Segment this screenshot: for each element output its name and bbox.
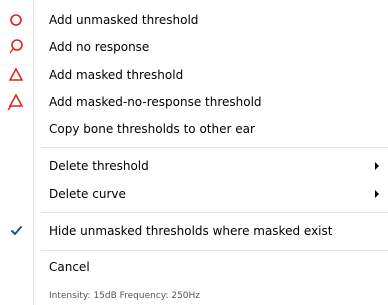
menu-item-delete-curve[interactable]: Delete curve: [0, 183, 388, 205]
menu-item-label: Add unmasked threshold: [49, 13, 199, 27]
red-triangle-icon: [0, 64, 33, 86]
menu-item-add-no-response[interactable]: Add no response: [0, 36, 388, 58]
menu-item-label: Add no response: [49, 40, 150, 54]
menu-separator: [41, 212, 388, 213]
menu-item-hide-unmasked-thresholds[interactable]: Hide unmasked thresholds where masked ex…: [0, 220, 388, 242]
menu-item-label: Hide unmasked thresholds where masked ex…: [49, 224, 333, 238]
menu-item-add-unmasked-threshold[interactable]: Add unmasked threshold: [0, 9, 388, 31]
menu-item-label: Add masked threshold: [49, 68, 184, 82]
menu-item-label: Add masked-no-response threshold: [49, 95, 262, 109]
menu-item-copy-bone-thresholds[interactable]: Copy bone thresholds to other ear: [0, 118, 388, 140]
menu-item-label: Copy bone thresholds to other ear: [49, 122, 255, 136]
menu-item-delete-threshold[interactable]: Delete threshold: [0, 155, 388, 177]
menu-item-label: Delete curve: [49, 187, 126, 201]
menu-item-cancel[interactable]: Cancel: [0, 256, 388, 278]
menu-item-add-masked-threshold[interactable]: Add masked threshold: [0, 64, 388, 86]
menu-item-label: Delete threshold: [49, 159, 149, 173]
context-menu: Add unmasked threshold Add no response A…: [0, 0, 388, 305]
checkmark-icon: [0, 220, 33, 242]
red-circle-icon: [0, 9, 33, 31]
menu-separator: [41, 147, 388, 148]
menu-item-label: Cancel: [49, 260, 90, 274]
submenu-arrow-icon: [375, 190, 379, 198]
red-circle-no-response-icon: [0, 36, 33, 58]
menu-separator: [41, 250, 388, 251]
status-text: Intensity: 15dB Frequency: 250Hz: [49, 291, 201, 301]
menu-item-add-masked-no-response-threshold[interactable]: Add masked-no-response threshold: [0, 91, 388, 113]
red-triangle-no-response-icon: [0, 91, 33, 113]
submenu-arrow-icon: [375, 162, 379, 170]
